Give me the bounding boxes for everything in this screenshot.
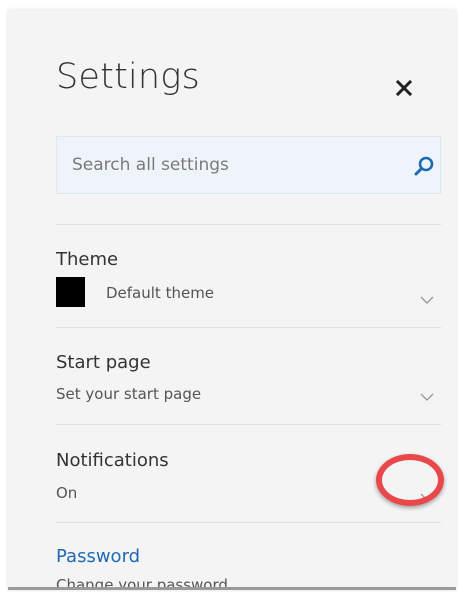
screenshot-frame: Settings Theme Default theme xyxy=(0,0,464,592)
divider xyxy=(56,327,441,328)
section-title-theme: Theme xyxy=(56,249,119,270)
chevron-down-icon xyxy=(420,393,434,401)
section-title-notifications: Notifications xyxy=(56,450,169,471)
divider xyxy=(56,424,441,425)
panel-bottom-edge xyxy=(8,587,456,590)
section-title-start-page: Start page xyxy=(56,352,151,373)
chevron-down-icon xyxy=(420,296,434,304)
settings-panel: Settings Theme Default theme xyxy=(8,10,456,590)
divider xyxy=(56,224,441,225)
search-button[interactable] xyxy=(413,155,435,177)
search-box xyxy=(56,136,441,194)
settings-section-start-page[interactable]: Start page Set your start page xyxy=(56,354,441,424)
search-icon xyxy=(414,156,434,176)
password-link[interactable]: Password xyxy=(56,548,140,566)
close-icon xyxy=(395,79,413,97)
settings-section-password[interactable]: Password Change your password xyxy=(56,548,441,591)
settings-section-theme[interactable]: Theme Default theme xyxy=(56,251,441,321)
divider xyxy=(56,522,441,523)
close-button[interactable] xyxy=(392,76,416,100)
annotation-highlight-circle xyxy=(376,454,444,506)
search-input[interactable] xyxy=(57,137,397,193)
section-subtitle-notifications: On xyxy=(56,484,78,502)
section-subtitle-theme: Default theme xyxy=(106,284,215,302)
section-subtitle-start-page: Set your start page xyxy=(56,385,202,403)
theme-color-swatch xyxy=(56,277,85,307)
panel-title: Settings xyxy=(56,57,200,97)
